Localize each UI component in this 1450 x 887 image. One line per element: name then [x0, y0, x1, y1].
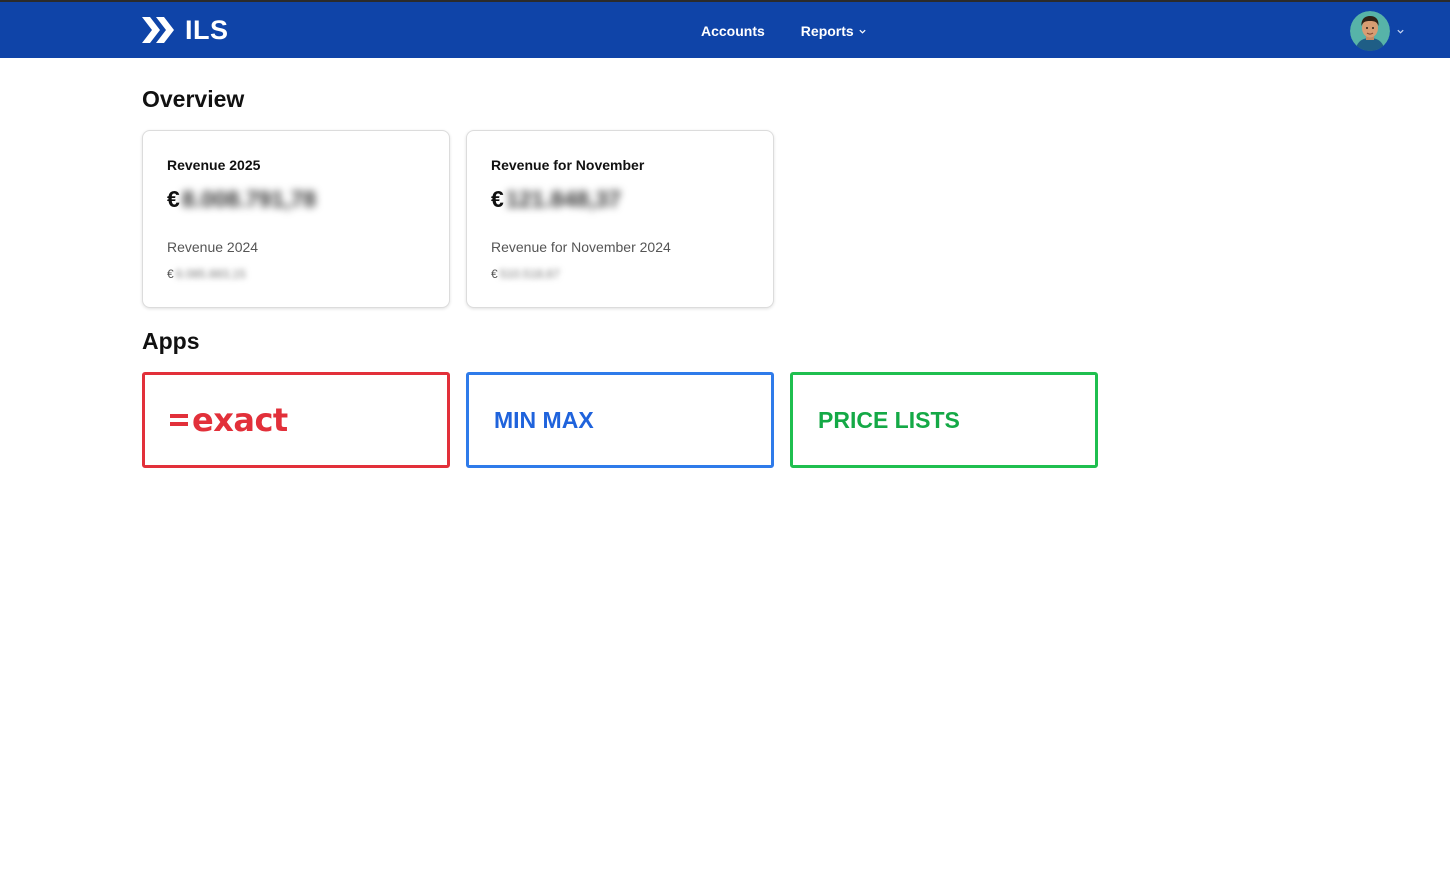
stat-value-row: € 121.848,37 — [491, 185, 621, 213]
brand-logo[interactable]: ILS — [142, 16, 229, 44]
currency-symbol: € — [167, 185, 180, 212]
nav-accounts-label: Accounts — [701, 23, 765, 39]
stat-compare-label: Revenue for November 2024 — [491, 239, 671, 255]
stat-compare-row: € 6.085.883,15 — [167, 265, 246, 283]
user-menu[interactable] — [1350, 11, 1405, 51]
stat-compare-row: € 510.518,67 — [491, 265, 560, 283]
app-tile-label: PRICE LISTS — [818, 407, 960, 433]
nav-reports-label: Reports — [800, 23, 854, 39]
brand-name: ILS — [185, 15, 229, 45]
double-chevron-logo-icon — [142, 17, 174, 43]
user-avatar-icon — [1350, 11, 1390, 51]
nav-reports-dropdown[interactable]: Reports — [801, 22, 867, 40]
nav-accounts-link[interactable]: Accounts — [701, 22, 765, 40]
stat-value-row: € 8.008.791,78 — [167, 185, 316, 213]
revenue-year-card: Revenue 2025 € 8.008.791,78 Revenue 2024… — [142, 130, 450, 308]
overview-heading: Overview — [142, 86, 245, 112]
apps-heading: Apps — [142, 328, 200, 354]
app-tile-min-max[interactable]: MIN MAX — [466, 372, 774, 468]
currency-symbol: € — [167, 267, 174, 281]
stat-value: 121.848,37 — [505, 185, 621, 212]
main-nav: Accounts Reports — [701, 22, 867, 40]
app-tile-exact[interactable]: exact — [142, 372, 450, 468]
stat-compare-value: 510.518,67 — [499, 267, 560, 281]
stat-label: Revenue 2025 — [167, 157, 261, 173]
equals-icon — [170, 414, 188, 426]
currency-symbol: € — [491, 267, 498, 281]
stat-value: 8.008.791,78 — [181, 185, 317, 212]
stat-label: Revenue for November — [491, 157, 645, 173]
top-navbar: ILS Accounts Reports — [0, 0, 1450, 58]
exact-logo: exact — [170, 402, 288, 438]
stat-compare-value: 6.085.883,15 — [175, 267, 246, 281]
chevron-down-icon — [859, 29, 866, 34]
app-tile-label: exact — [192, 401, 288, 439]
stat-compare-label: Revenue 2024 — [167, 239, 259, 255]
app-tile-label: MIN MAX — [494, 407, 594, 433]
chevron-down-icon — [1397, 29, 1404, 34]
currency-symbol: € — [491, 185, 504, 212]
revenue-month-card: Revenue for November € 121.848,37 Revenu… — [466, 130, 774, 308]
app-tile-price-lists[interactable]: PRICE LISTS — [790, 372, 1098, 468]
